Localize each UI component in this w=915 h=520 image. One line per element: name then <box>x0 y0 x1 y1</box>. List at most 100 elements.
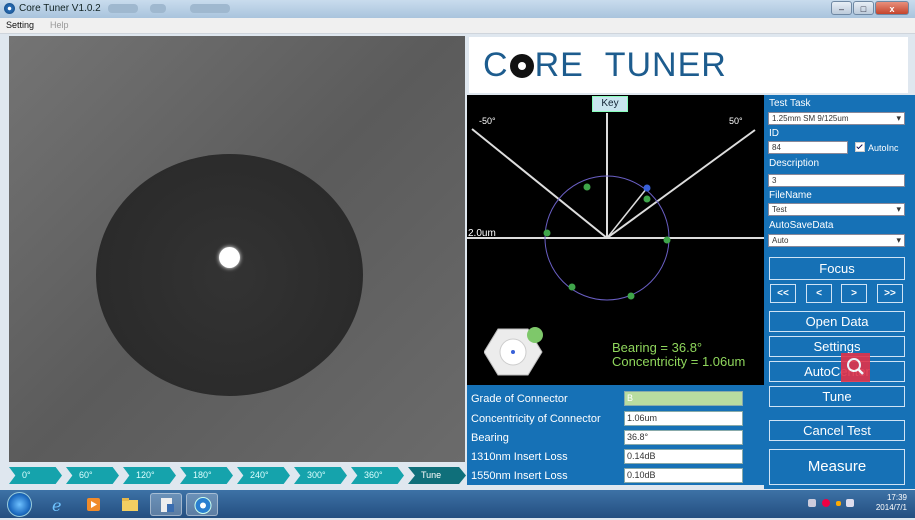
fiber-dot-icon <box>509 54 534 78</box>
close-button[interactable]: x <box>875 1 909 15</box>
autoinc-label: AutoInc <box>868 143 899 153</box>
autoinc-checkbox[interactable]: AutoInc <box>855 142 899 153</box>
filename-select[interactable]: Test <box>768 203 905 216</box>
status-tray-icon[interactable] <box>836 501 841 506</box>
measure-point <box>663 236 671 244</box>
focus-button[interactable]: Focus <box>769 257 905 280</box>
filename-label: FileName <box>769 190 812 201</box>
core-tuner-taskbar-icon[interactable] <box>186 493 218 516</box>
menu-help[interactable]: Help <box>50 20 69 30</box>
angle-step-tune[interactable]: Tune <box>408 467 466 484</box>
measure-point <box>583 183 591 191</box>
key-limit-right <box>606 129 756 239</box>
result-value: 36.8° <box>624 430 743 445</box>
result-row: Grade of Connector B <box>467 390 764 408</box>
media-taskbar-icon[interactable] <box>78 493 110 516</box>
result-value: 0.10dB <box>624 468 743 483</box>
minimize-button[interactable]: – <box>831 1 852 15</box>
measure-point <box>643 195 651 203</box>
result-label: Grade of Connector <box>471 393 568 405</box>
magnifier-icon[interactable] <box>841 353 870 382</box>
nav-last-button[interactable]: >> <box>877 284 903 303</box>
result-value: 0.14dB <box>624 449 743 464</box>
autocenter-button[interactable]: AutoCenter <box>769 361 905 382</box>
description-label: Description <box>769 158 820 169</box>
results-panel: Grade of Connector B Concentricity of Co… <box>467 385 764 485</box>
open-data-button[interactable]: Open Data <box>769 311 905 332</box>
measure-button[interactable]: Measure <box>769 449 905 485</box>
nav-next-button[interactable]: > <box>841 284 867 303</box>
nav-prev-button[interactable]: < <box>806 284 832 303</box>
result-row: Bearing 36.8° <box>467 429 764 447</box>
result-row: Concentricity of Connector 1.06um <box>467 410 764 428</box>
angle-step-bar: 0° 60° 120° 180° 240° 300° 360° Tune <box>9 467 469 484</box>
result-label: 1550nm Insert Loss <box>471 470 568 482</box>
angle-step-0[interactable]: 0° <box>9 467 62 484</box>
tune-button[interactable]: Tune <box>769 386 905 407</box>
start-button[interactable] <box>7 492 32 517</box>
check-icon <box>855 142 865 152</box>
menu-setting[interactable]: Setting <box>6 20 34 30</box>
autosave-select[interactable]: Auto <box>768 234 905 247</box>
center-point <box>643 184 651 192</box>
angle-step-360[interactable]: 360° <box>351 467 404 484</box>
clock-time: 17:39 <box>886 493 907 502</box>
camera-view <box>9 36 465 462</box>
measure-point <box>543 229 551 237</box>
angle-step-120[interactable]: 120° <box>123 467 176 484</box>
app-logo: C RE TUNER <box>483 46 727 84</box>
result-row: 1310nm Insert Loss 0.14dB <box>467 448 764 466</box>
menu-bar: Setting Help <box>0 18 915 34</box>
key-button[interactable]: Key <box>592 96 628 112</box>
title-bar: Core Tuner V1.0.2 – □ x <box>0 0 915 18</box>
concentricity-readout: Concentricity = 1.06um <box>612 354 746 369</box>
control-panel: Test Task 1.25mm SM 9/125um ID 84 AutoIn… <box>764 95 915 489</box>
logo-banner: C RE TUNER <box>469 37 908 93</box>
angle-step-300[interactable]: 300° <box>294 467 347 484</box>
test-task-label: Test Task <box>769 98 811 109</box>
ferrule-icon <box>483 327 548 380</box>
fiber-core <box>219 247 240 268</box>
result-label: Concentricity of Connector <box>471 413 601 425</box>
key-limit-left <box>471 128 608 239</box>
maximize-button[interactable]: □ <box>853 1 874 15</box>
clock[interactable]: 17:39 2014/7/1 <box>876 493 907 513</box>
titlebar-decoration <box>150 4 166 13</box>
flag-tray-icon[interactable] <box>846 499 854 507</box>
test-task-select[interactable]: 1.25mm SM 9/125um <box>768 112 905 125</box>
ie-taskbar-icon[interactable]: e <box>42 493 74 516</box>
autosave-label: AutoSaveData <box>769 220 834 231</box>
cancel-test-button[interactable]: Cancel Test <box>769 420 905 441</box>
concentricity-plot: Key -50° 50° 2.0um Bearing = 36.8° Conce… <box>467 95 764 385</box>
result-value: 1.06um <box>624 411 743 426</box>
result-value: B <box>624 391 743 406</box>
right-angle-label: 50° <box>729 116 743 126</box>
description-field[interactable]: 3 <box>768 174 905 187</box>
nav-first-button[interactable]: << <box>770 284 796 303</box>
security-tray-icon[interactable] <box>822 499 830 507</box>
result-row: 1550nm Insert Loss 0.10dB <box>467 467 764 485</box>
result-label: 1310nm Insert Loss <box>471 451 568 463</box>
left-angle-label: -50° <box>479 116 496 126</box>
clock-date: 2014/7/1 <box>875 503 907 512</box>
angle-step-180[interactable]: 180° <box>180 467 233 484</box>
scale-label: 2.0um <box>468 228 496 239</box>
measure-point <box>568 283 576 291</box>
bearing-readout: Bearing = 36.8° <box>612 340 703 355</box>
settings-button[interactable]: Settings <box>769 336 905 357</box>
fiber-cladding <box>96 154 363 396</box>
id-field[interactable]: 84 <box>768 141 848 154</box>
svg-text:e: e <box>52 496 61 515</box>
folder-taskbar-icon[interactable] <box>114 493 146 516</box>
app-icon <box>4 3 15 14</box>
titlebar-decoration <box>108 4 138 13</box>
document-taskbar-icon[interactable] <box>150 493 182 516</box>
titlebar-decoration <box>190 4 230 13</box>
window-title: Core Tuner V1.0.2 <box>19 3 101 14</box>
keyboard-tray-icon[interactable] <box>808 499 816 507</box>
angle-step-60[interactable]: 60° <box>66 467 119 484</box>
taskbar: e 17:39 2014/7/1 <box>0 490 915 518</box>
measure-point <box>627 292 635 300</box>
id-label: ID <box>769 128 779 139</box>
angle-step-240[interactable]: 240° <box>237 467 290 484</box>
